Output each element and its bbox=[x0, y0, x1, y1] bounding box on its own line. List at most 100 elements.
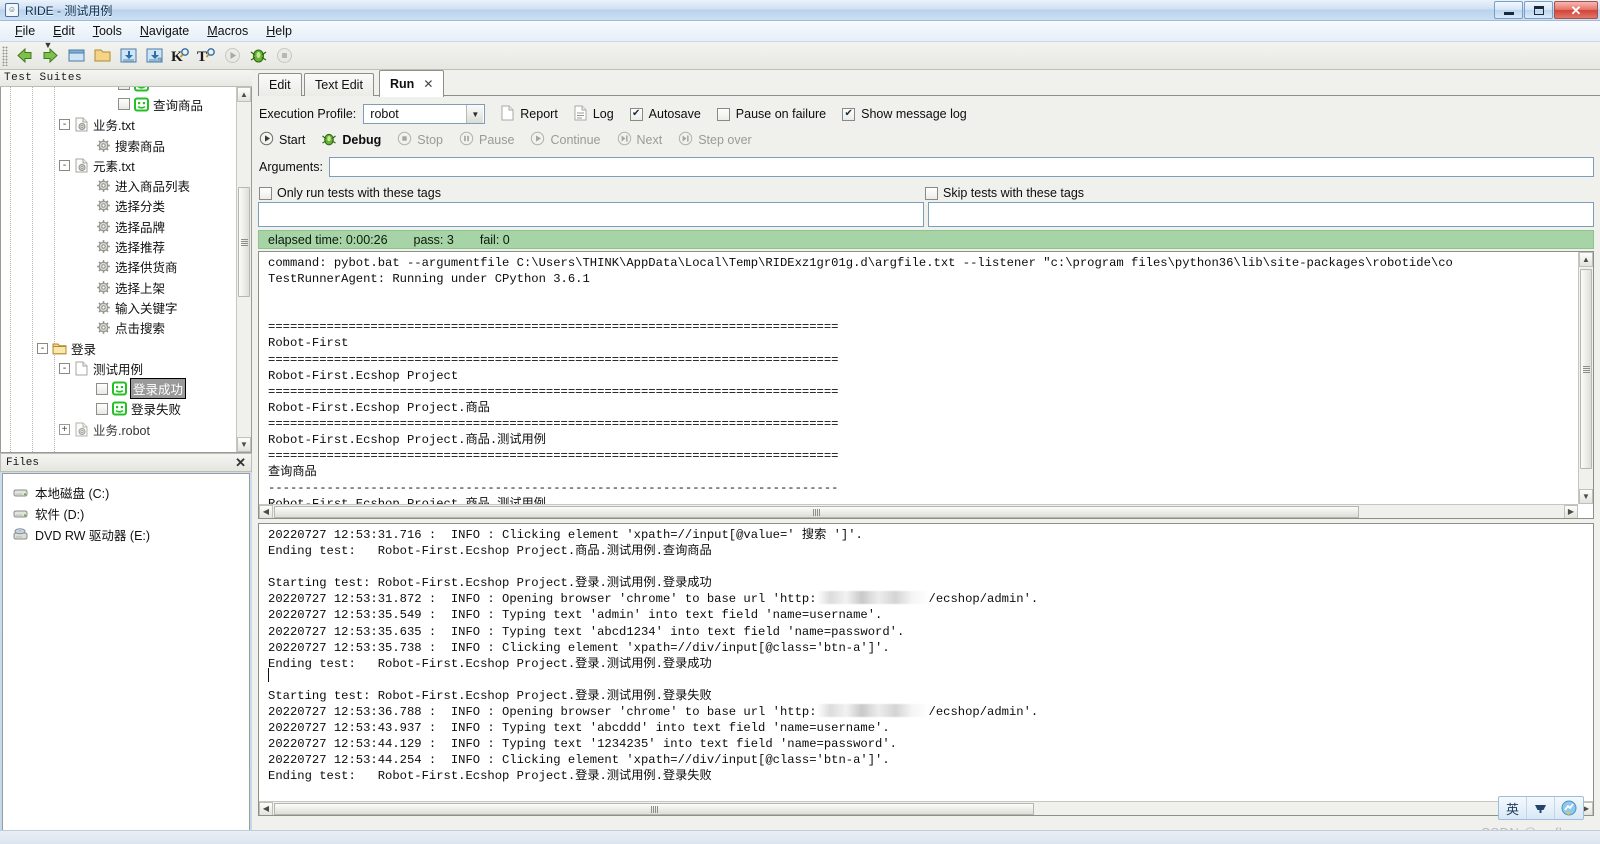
tree-collapse-icon[interactable]: - bbox=[59, 159, 70, 171]
message-log-panel[interactable]: 20220727 12:53:31.716 : INFO : Clicking … bbox=[258, 523, 1594, 816]
tree-node[interactable]: 选择上架 bbox=[1, 277, 237, 297]
tab-run-close-icon[interactable]: ✕ bbox=[423, 77, 433, 91]
menu-edit[interactable]: Edit bbox=[44, 22, 84, 40]
arguments-input[interactable] bbox=[328, 157, 1594, 177]
list-item[interactable]: 本地磁盘 (C:) bbox=[9, 482, 249, 503]
tree-node[interactable]: - 登录 bbox=[1, 338, 237, 358]
list-item[interactable]: DVD RW 驱动器 (E:) bbox=[9, 524, 249, 545]
minimize-button[interactable] bbox=[1494, 1, 1523, 19]
tree-node[interactable]: 搜索商品 bbox=[1, 135, 237, 155]
skip-tags-input[interactable] bbox=[928, 202, 1594, 227]
tree-node[interactable]: 选择分类 bbox=[1, 196, 237, 216]
debug-bug-icon[interactable] bbox=[245, 44, 271, 68]
tree-node[interactable]: 登录成功 bbox=[1, 378, 237, 400]
console-scroll-left-button[interactable]: ◀ bbox=[259, 504, 273, 518]
list-item[interactable]: 软件 (D:) bbox=[9, 503, 249, 524]
autosave-checkbox[interactable]: Autosave bbox=[629, 107, 701, 121]
close-button[interactable]: ✕ bbox=[1554, 1, 1598, 19]
console-horizontal-scrollbar[interactable]: ◀ ▶ bbox=[259, 504, 1578, 518]
console-vertical-scrollbar[interactable]: ▲ ▼ bbox=[1578, 252, 1593, 504]
tree-collapse-icon[interactable]: - bbox=[59, 362, 70, 374]
menu-navigate[interactable]: Navigate bbox=[131, 22, 198, 40]
tree-node[interactable]: - 业务.txt bbox=[1, 115, 237, 135]
only-run-tags-checkbox-box[interactable] bbox=[259, 186, 272, 200]
only-run-tags-input[interactable] bbox=[258, 202, 924, 227]
console-scroll-up-button[interactable]: ▲ bbox=[1579, 252, 1593, 267]
tree-collapse-icon[interactable]: - bbox=[37, 342, 48, 354]
report-button[interactable]: Report bbox=[501, 105, 558, 124]
continue-button[interactable]: Continue bbox=[530, 131, 601, 149]
tree-expand-icon[interactable]: + bbox=[59, 423, 70, 435]
maximize-button[interactable] bbox=[1524, 1, 1553, 19]
pause-button[interactable]: Pause bbox=[459, 131, 514, 149]
tree-scroll-thumb[interactable] bbox=[238, 187, 250, 297]
tree-scroll-up-button[interactable]: ▲ bbox=[237, 87, 251, 102]
open-file-icon[interactable] bbox=[63, 44, 89, 68]
tab-run[interactable]: Run ✕ bbox=[379, 70, 445, 97]
console-output-panel[interactable]: command: pybot.bat --argumentfile C:\Use… bbox=[258, 251, 1594, 519]
tree-vertical-scrollbar[interactable]: ▲ ▼ bbox=[236, 87, 251, 452]
toolbar-dropdown-handle[interactable]: ▼ bbox=[40, 41, 56, 50]
files-close-icon[interactable]: ✕ bbox=[235, 455, 246, 471]
menu-file[interactable]: File bbox=[6, 22, 44, 40]
keyboard-icon[interactable] bbox=[1527, 797, 1555, 819]
skip-tags-checkbox[interactable]: Skip tests with these tags bbox=[925, 186, 1084, 200]
tree-node[interactable]: 进入商品列表 bbox=[1, 175, 237, 195]
toolbar-grip[interactable] bbox=[2, 45, 8, 66]
menu-macros[interactable]: Macros bbox=[198, 22, 257, 40]
tab-text-edit[interactable]: Text Edit bbox=[304, 73, 374, 96]
save-icon[interactable] bbox=[115, 44, 141, 68]
only-run-tags-checkbox[interactable]: Only run tests with these tags bbox=[259, 186, 441, 200]
tree-scroll-down-button[interactable]: ▼ bbox=[237, 437, 251, 452]
files-list[interactable]: 本地磁盘 (C:) 软件 (D:) DVD RW 驱动器 (E:) bbox=[2, 473, 250, 844]
start-button[interactable]: Start bbox=[259, 131, 305, 149]
ime-language-label[interactable]: 英 bbox=[1499, 797, 1527, 819]
open-folder-icon[interactable] bbox=[89, 44, 115, 68]
console-scroll-right-button[interactable]: ▶ bbox=[1564, 504, 1578, 518]
ime-language-tray[interactable]: 英 bbox=[1498, 796, 1584, 820]
log-horizontal-scrollbar[interactable]: ◀ ▶ bbox=[259, 801, 1593, 815]
tree-node[interactable]: 选择推荐 bbox=[1, 236, 237, 256]
console-scroll-thumb[interactable] bbox=[1580, 269, 1592, 469]
log-button[interactable]: Log bbox=[574, 105, 614, 124]
skip-tags-checkbox-box[interactable] bbox=[925, 186, 938, 200]
tree-node-checkbox[interactable] bbox=[96, 402, 108, 415]
log-scroll-left-button[interactable]: ◀ bbox=[259, 801, 273, 815]
back-arrow-icon[interactable] bbox=[11, 44, 37, 68]
tree-node[interactable]: 登录失败 bbox=[1, 399, 237, 419]
tree-node[interactable]: 选择品牌 bbox=[1, 216, 237, 236]
tree-node[interactable]: - 元素.txt bbox=[1, 155, 237, 175]
autosave-checkbox-box[interactable] bbox=[629, 107, 643, 121]
tree-node[interactable]: 查询商品 bbox=[1, 94, 237, 114]
tree-node[interactable]: 点击搜索 bbox=[1, 318, 237, 338]
tree-node[interactable]: + 业务.robot bbox=[1, 419, 237, 439]
tree-node[interactable]: - 测试用例 bbox=[1, 358, 237, 378]
pause-on-failure-checkbox-box[interactable] bbox=[716, 107, 730, 121]
show-message-log-checkbox-box[interactable] bbox=[842, 107, 856, 121]
test-suites-tree[interactable]: 查询商品 - 业务.txt 搜索商品 - 元素.txt 进入商品列表 选择分类 选择品牌 选择推荐… bbox=[0, 87, 252, 453]
tool-icon[interactable] bbox=[1555, 797, 1583, 819]
tree-node-checkbox[interactable] bbox=[118, 87, 130, 91]
stop-button[interactable]: Stop bbox=[397, 131, 443, 149]
stop-icon[interactable] bbox=[271, 44, 297, 68]
menu-help[interactable]: Help bbox=[257, 22, 301, 40]
tab-edit[interactable]: Edit bbox=[258, 73, 302, 96]
search-keyword-icon[interactable]: K bbox=[167, 44, 193, 68]
tree-node[interactable]: 选择供货商 bbox=[1, 257, 237, 277]
tree-collapse-icon[interactable]: - bbox=[59, 119, 70, 131]
step-over-button[interactable]: Step over bbox=[678, 131, 752, 149]
console-hscroll-thumb[interactable] bbox=[274, 506, 1359, 518]
run-icon[interactable] bbox=[219, 44, 245, 68]
debug-button[interactable]: Debug bbox=[321, 131, 381, 150]
execution-profile-select[interactable]: robot ▼ bbox=[363, 104, 486, 124]
next-button[interactable]: Next bbox=[617, 131, 662, 149]
tree-node[interactable] bbox=[1, 87, 237, 94]
pause-on-failure-checkbox[interactable]: Pause on failure bbox=[716, 107, 826, 121]
tree-node-checkbox[interactable] bbox=[96, 382, 108, 395]
tree-node-checkbox[interactable] bbox=[118, 98, 130, 111]
save-all-icon[interactable] bbox=[141, 44, 167, 68]
tree-node[interactable]: 输入关键字 bbox=[1, 297, 237, 317]
menu-tools[interactable]: Tools bbox=[84, 22, 131, 40]
show-message-log-checkbox[interactable]: Show message log bbox=[842, 107, 967, 121]
chevron-down-icon[interactable]: ▼ bbox=[466, 105, 484, 123]
